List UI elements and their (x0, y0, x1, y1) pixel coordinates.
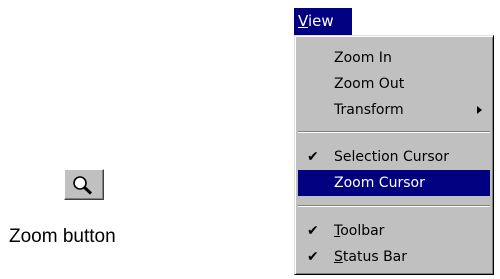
menu-item-label: Status Bar (334, 244, 407, 270)
menu-item-label-rest: tatus Bar (342, 249, 408, 265)
zoom-button-caption: Zoom button (9, 226, 116, 247)
submenu-arrow-icon (477, 106, 482, 114)
menu-item-label: Zoom Cursor (334, 175, 425, 191)
check-icon: ✔ (307, 249, 319, 265)
menu-view-title[interactable]: View (294, 8, 352, 35)
menu-item-status-bar[interactable]: ✔ Status Bar (298, 244, 490, 270)
menu-item-label: Transform (334, 102, 404, 118)
menu-item-label: Selection Cursor (334, 149, 449, 165)
menu-item-mnemonic: S (334, 249, 343, 265)
menu-title-rest: iew (307, 12, 334, 30)
menu-item-zoom-out[interactable]: Zoom Out (298, 71, 490, 97)
menu-item-toolbar[interactable]: ✔ Toolbar (298, 218, 490, 244)
menu-item-zoom-cursor[interactable]: Zoom Cursor (298, 170, 490, 196)
menu-item-label: Toolbar (334, 218, 384, 244)
check-icon: ✔ (307, 149, 319, 165)
menu-item-label: Zoom Out (334, 76, 405, 92)
menu-separator (298, 205, 490, 207)
menu-separator (298, 131, 490, 133)
menu-title-mnemonic: V (298, 12, 308, 30)
menu-item-label-rest: oolbar (340, 223, 385, 239)
menu-item-transform[interactable]: Transform (298, 97, 490, 123)
menu-item-label: Zoom In (334, 50, 392, 66)
menu-item-selection-cursor[interactable]: ✔ Selection Cursor (298, 144, 490, 170)
menu-item-zoom-in[interactable]: Zoom In (298, 45, 490, 71)
zoom-button[interactable] (64, 169, 104, 200)
magnifier-icon (73, 176, 93, 195)
check-icon: ✔ (307, 223, 319, 239)
view-dropdown-menu: Zoom In Zoom Out Transform ✔ Selection C… (294, 35, 494, 275)
